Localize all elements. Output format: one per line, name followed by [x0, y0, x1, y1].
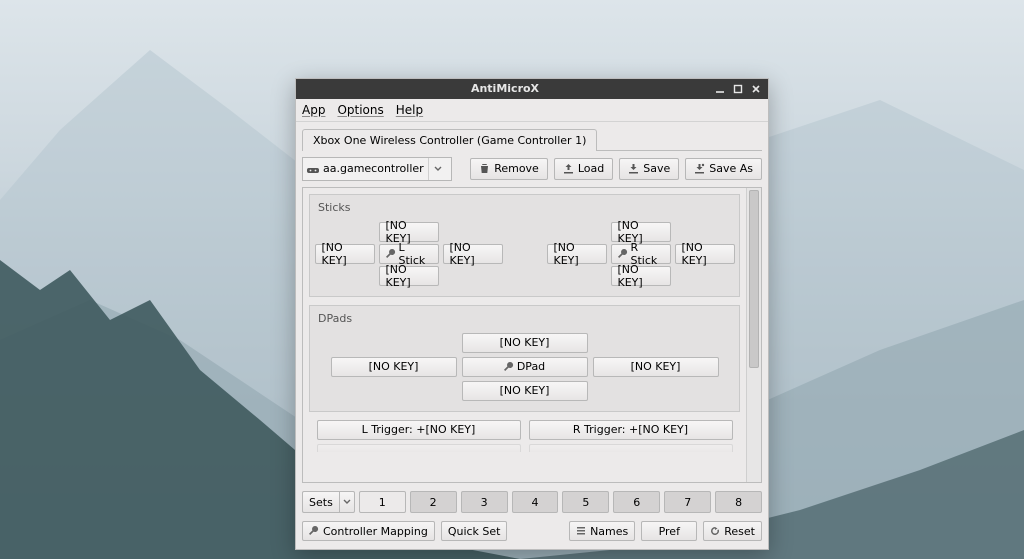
menu-options[interactable]: Options [337, 103, 383, 117]
right-stick-block: [NO KEY] [NO KEY] R Stick [NO KEY] [NO K… [547, 220, 735, 288]
scrollbar-vertical[interactable] [746, 188, 761, 482]
upload-icon [563, 163, 574, 174]
pref-button[interactable]: Pref [641, 521, 697, 541]
window-maximize-button[interactable] [730, 82, 746, 96]
rstick-down-button[interactable]: [NO KEY] [611, 266, 671, 286]
rstick-left-button[interactable]: [NO KEY] [547, 244, 607, 264]
dpad-center-label: DPad [517, 360, 545, 373]
set-button-2[interactable]: 2 [410, 491, 457, 513]
trash-icon [479, 163, 490, 174]
left-stick-block: [NO KEY] [NO KEY] L Stick [NO KEY] [NO K… [315, 220, 503, 288]
wrench-icon [386, 249, 396, 259]
profile-combobox-value: aa.gamecontroller [323, 162, 424, 175]
trigger-row: L Trigger: +[NO KEY] R Trigger: +[NO KEY… [309, 420, 740, 440]
sets-row: Sets 1 2 3 4 5 6 7 8 [296, 487, 768, 517]
load-button-label: Load [578, 162, 604, 175]
lstick-left-button[interactable]: [NO KEY] [315, 244, 375, 264]
quick-set-button[interactable]: Quick Set [441, 521, 508, 541]
set-button-7[interactable]: 7 [664, 491, 711, 513]
tab-label: Xbox One Wireless Controller (Game Contr… [313, 134, 586, 147]
remove-button-label: Remove [494, 162, 539, 175]
chevron-down-icon [428, 158, 447, 180]
dpad-center-button[interactable]: DPad [462, 357, 588, 377]
set-button-5[interactable]: 5 [562, 491, 609, 513]
cutoff-button-right[interactable] [529, 444, 733, 452]
names-label: Names [590, 525, 628, 538]
set-button-8[interactable]: 8 [715, 491, 762, 513]
dpad-left-button[interactable]: [NO KEY] [331, 357, 457, 377]
chevron-down-icon [343, 498, 351, 506]
save-button[interactable]: Save [619, 158, 679, 180]
controller-mapping-label: Controller Mapping [323, 525, 428, 538]
cutoff-button-left[interactable] [317, 444, 521, 452]
ltrigger-button[interactable]: L Trigger: +[NO KEY] [317, 420, 521, 440]
quick-set-label: Quick Set [448, 525, 501, 538]
wrench-icon [618, 249, 628, 259]
pref-label: Pref [659, 525, 680, 538]
menu-help[interactable]: Help [396, 103, 423, 117]
set-button-3[interactable]: 3 [461, 491, 508, 513]
mappings-scrollpane: Sticks [NO KEY] [NO KEY] L Stick [NO KEY… [302, 187, 762, 483]
app-window: AntiMicroX App Options Help Xbox One Wir… [295, 78, 769, 550]
rstick-up-button[interactable]: [NO KEY] [611, 222, 671, 242]
lstick-center-button[interactable]: L Stick [379, 244, 439, 264]
set-button-1[interactable]: 1 [359, 491, 406, 513]
reset-icon [710, 526, 720, 536]
mappings-content: Sticks [NO KEY] [NO KEY] L Stick [NO KEY… [303, 188, 746, 482]
sets-label: Sets [302, 491, 339, 513]
save-button-label: Save [643, 162, 670, 175]
reset-button[interactable]: Reset [703, 521, 762, 541]
remove-button[interactable]: Remove [470, 158, 548, 180]
save-as-icon [694, 163, 705, 174]
lstick-up-button[interactable]: [NO KEY] [379, 222, 439, 242]
rtrigger-button[interactable]: R Trigger: +[NO KEY] [529, 420, 733, 440]
download-icon [628, 163, 639, 174]
group-sticks: Sticks [NO KEY] [NO KEY] L Stick [NO KEY… [309, 194, 740, 297]
menu-app[interactable]: App [302, 103, 325, 117]
dpad-down-button[interactable]: [NO KEY] [462, 381, 588, 401]
group-dpads: DPads [NO KEY] [NO KEY] DPad [NO KEY] [N… [309, 305, 740, 412]
set-button-4[interactable]: 4 [512, 491, 559, 513]
names-button[interactable]: Names [569, 521, 635, 541]
tabstrip: Xbox One Wireless Controller (Game Contr… [302, 128, 762, 151]
wrench-icon [504, 362, 514, 372]
save-as-button[interactable]: Save As [685, 158, 762, 180]
group-sticks-title: Sticks [318, 201, 733, 214]
lstick-down-button[interactable]: [NO KEY] [379, 266, 439, 286]
window-minimize-button[interactable] [712, 82, 728, 96]
profile-combobox[interactable]: aa.gamecontroller [302, 157, 452, 181]
scrollbar-thumb[interactable] [749, 190, 759, 368]
set-button-6[interactable]: 6 [613, 491, 660, 513]
footer-row: Controller Mapping Quick Set Names Pref … [296, 517, 768, 549]
dpad-up-button[interactable]: [NO KEY] [462, 333, 588, 353]
sets-dropdown-button[interactable] [339, 491, 355, 513]
rstick-center-button[interactable]: R Stick [611, 244, 671, 264]
window-close-button[interactable] [748, 82, 764, 96]
load-button[interactable]: Load [554, 158, 613, 180]
dpad-right-button[interactable]: [NO KEY] [593, 357, 719, 377]
controller-mapping-button[interactable]: Controller Mapping [302, 521, 435, 541]
window-title: AntiMicroX [300, 82, 710, 95]
profile-toolbar: aa.gamecontroller Remove Load Save [296, 151, 768, 187]
lstick-right-button[interactable]: [NO KEY] [443, 244, 503, 264]
gamepad-icon [307, 163, 319, 175]
titlebar: AntiMicroX [296, 79, 768, 99]
tab-controller-1[interactable]: Xbox One Wireless Controller (Game Contr… [302, 129, 597, 151]
list-icon [576, 526, 586, 536]
group-dpads-title: DPads [318, 312, 733, 325]
menubar: App Options Help [296, 99, 768, 122]
reset-label: Reset [724, 525, 755, 538]
save-as-button-label: Save As [709, 162, 753, 175]
cutoff-row [309, 444, 740, 452]
rstick-right-button[interactable]: [NO KEY] [675, 244, 735, 264]
wrench-icon [309, 526, 319, 536]
